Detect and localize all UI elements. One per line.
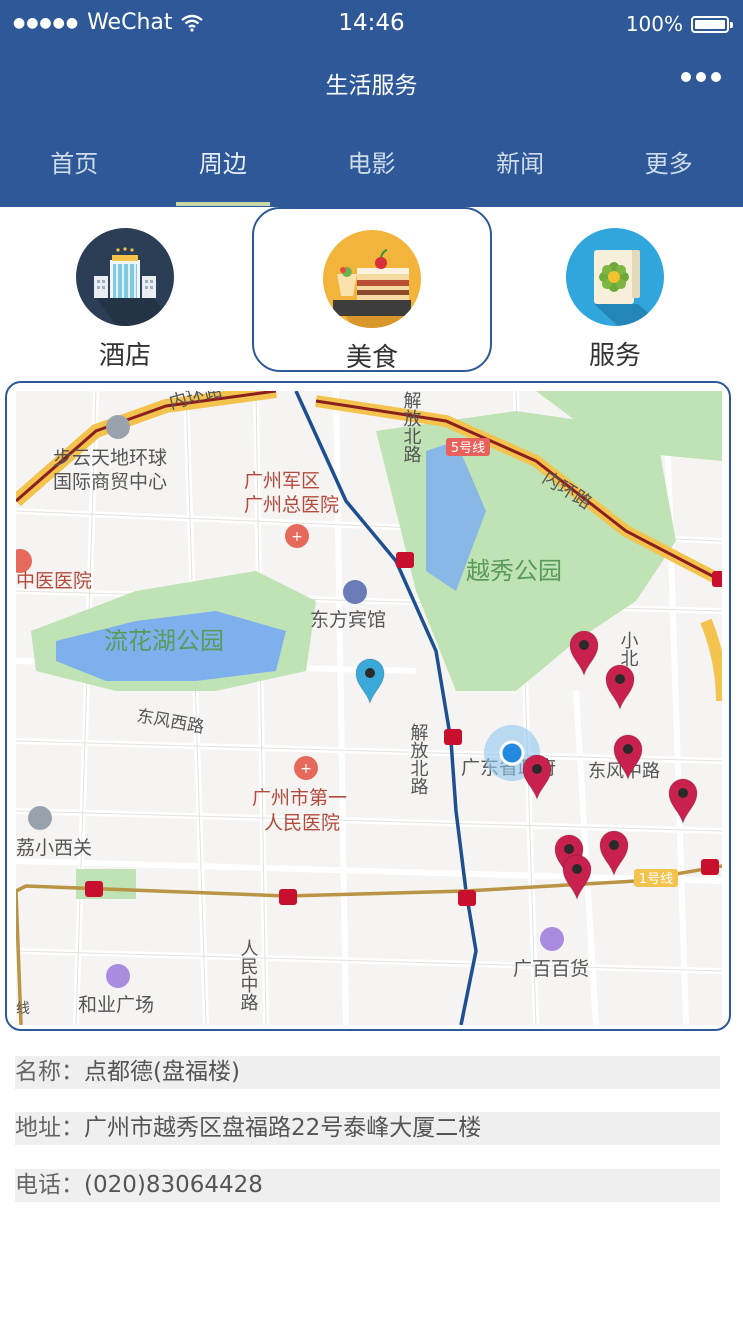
name-value: 点都德(盘福楼) — [84, 1059, 240, 1085]
tab-movie[interactable]: 电影 — [297, 135, 446, 207]
map-label: 越秀公园 — [466, 557, 562, 585]
category-label: 服务 — [588, 341, 641, 371]
map-label: 小北 — [618, 631, 639, 667]
battery-icon — [691, 15, 733, 33]
map-label: 和业广场 — [78, 994, 154, 1016]
map-label: 广州总医院 — [244, 494, 339, 516]
map-label: 东方宾馆 — [310, 609, 386, 631]
category-label: 酒店 — [98, 341, 151, 371]
tab-home[interactable]: 首页 — [0, 135, 149, 207]
tab-more[interactable]: 更多 — [594, 135, 743, 207]
map-label: 线 — [16, 1001, 30, 1017]
map[interactable]: 5号线 1号线 + + 步云天地环球 国际商贸中心 中医医院 东方宾馆 东风西路… — [16, 391, 722, 1025]
map-label: 广州市第一 — [252, 787, 347, 809]
svg-text:+: + — [291, 529, 303, 545]
map-label: 步云天地环球 — [53, 447, 167, 469]
info-name-row: 名称：点都德(盘福楼) — [15, 1056, 720, 1089]
line5-label: 5号线 — [451, 441, 485, 456]
food-icon — [323, 230, 421, 328]
svg-text:+: + — [300, 761, 312, 777]
map-label: 广州军区 — [244, 470, 320, 492]
map-label: 流花湖公园 — [104, 627, 224, 655]
info-address-row: 地址：广州市越秀区盘福路22号泰峰大厦二楼 — [15, 1112, 720, 1145]
status-bar: ●●●●● WeChat 14:46 100% — [0, 0, 743, 50]
info-phone-row: 电话：(020)83064428 — [15, 1169, 720, 1202]
service-icon — [566, 228, 664, 326]
map-container: 5号线 1号线 + + 步云天地环球 国际商贸中心 中医医院 东方宾馆 东风西路… — [5, 381, 731, 1031]
battery-percent: 100% — [625, 12, 683, 36]
map-label: 国际商贸中心 — [53, 471, 167, 493]
tab-news[interactable]: 新闻 — [446, 135, 595, 207]
category-food[interactable]: 美食 — [252, 207, 492, 373]
tab-bar: 首页 周边 电影 新闻 更多 — [0, 135, 743, 207]
page-title: 生活服务 — [325, 73, 418, 99]
map-label: 解放北路 — [408, 723, 429, 795]
phone-value[interactable]: (020)83064428 — [84, 1172, 263, 1198]
map-label: 人民中路 — [238, 939, 259, 1011]
map-label: 荔小西关 — [16, 837, 92, 859]
category-service[interactable]: 服务 — [540, 207, 690, 372]
category-row: 酒店 美食 服务 — [0, 207, 743, 377]
address-value: 广州市越秀区盘福路22号泰峰大厦二楼 — [84, 1115, 482, 1141]
map-label: 中医医院 — [16, 570, 92, 592]
name-label: 名称： — [15, 1059, 84, 1085]
map-label: 人民医院 — [264, 812, 340, 834]
map-label: 解放北路 — [401, 391, 422, 463]
address-label: 地址： — [15, 1115, 84, 1141]
map-label: 广百百货 — [513, 958, 589, 980]
category-label: 美食 — [345, 343, 398, 373]
phone-label: 电话： — [15, 1172, 84, 1198]
tab-nearby[interactable]: 周边 — [149, 135, 298, 207]
more-menu-icon[interactable] — [681, 72, 721, 82]
hotel-icon — [76, 228, 174, 326]
current-location-icon — [499, 740, 525, 766]
status-right: 100% — [625, 12, 733, 36]
line1-label: 1号线 — [639, 872, 673, 887]
app-header: ●●●●● WeChat 14:46 100% 生活服务 首页 周边 电影 新闻… — [0, 0, 743, 207]
category-hotel[interactable]: 酒店 — [50, 207, 200, 372]
